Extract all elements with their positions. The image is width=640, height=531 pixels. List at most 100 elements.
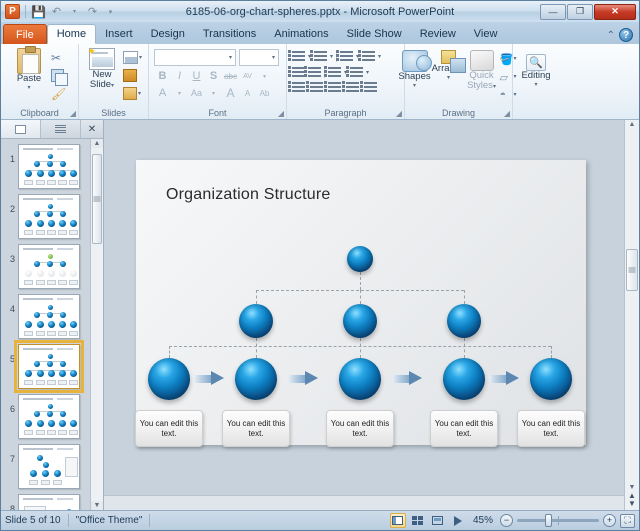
underline-button[interactable]: U <box>188 68 205 84</box>
tab-view[interactable]: View <box>465 24 507 44</box>
normal-view-button[interactable] <box>389 513 406 528</box>
font-size-caret-icon[interactable]: ▾ <box>272 54 275 61</box>
arrange-button[interactable]: Arrange ▾ <box>432 49 466 82</box>
sphere-level3-node3[interactable] <box>339 358 381 400</box>
sphere-level1-node1[interactable] <box>347 246 373 272</box>
font-name-caret-icon[interactable]: ▾ <box>229 54 232 61</box>
new-slide-caret-icon[interactable]: ▾ <box>111 83 114 89</box>
arrow-3[interactable] <box>392 371 422 386</box>
minimize-ribbon-icon[interactable]: ⌃ <box>607 30 615 41</box>
zoom-slider-handle[interactable] <box>545 514 552 527</box>
format-painter-button[interactable]: 🖌 <box>49 85 70 102</box>
arrow-2[interactable] <box>288 371 318 386</box>
thumbnail-scroll-handle[interactable] <box>92 154 102 244</box>
thumbnail-slide-3[interactable] <box>18 244 80 289</box>
thumbnail-row[interactable]: 6 <box>5 394 88 439</box>
help-icon[interactable]: ? <box>619 28 633 42</box>
slide-sorter-view-button[interactable] <box>410 513 426 528</box>
italic-button[interactable]: I <box>171 68 188 84</box>
tab-file[interactable]: File <box>3 24 47 44</box>
slide-title[interactable]: Organization Structure <box>166 186 330 204</box>
tab-slide-show[interactable]: Slide Show <box>338 24 411 44</box>
tab-review[interactable]: Review <box>411 24 465 44</box>
text-shadow-button[interactable]: S <box>205 68 222 84</box>
convert-to-smartart-icon[interactable] <box>360 81 377 92</box>
text-box-2[interactable]: You can edit this text. <box>222 410 290 447</box>
tab-insert[interactable]: Insert <box>96 24 142 44</box>
columns-icon[interactable] <box>324 66 341 77</box>
layout-caret-icon[interactable]: ▾ <box>139 54 142 61</box>
powerpoint-logo-icon[interactable]: P <box>5 4 20 19</box>
arrow-4[interactable] <box>489 371 519 386</box>
center-icon[interactable] <box>306 81 323 92</box>
undo-icon[interactable]: ↶ <box>49 4 64 19</box>
tab-home[interactable]: Home <box>46 24 97 44</box>
copy-button[interactable]: ▾ <box>49 67 70 86</box>
section-button[interactable]: ▾ <box>121 85 144 102</box>
font-color-caret-icon[interactable]: ▾ <box>171 85 188 101</box>
align-right-icon[interactable] <box>324 81 341 92</box>
font-color-button[interactable]: A <box>154 85 171 101</box>
reset-button[interactable] <box>121 67 144 84</box>
thumbnail-slide-2[interactable] <box>18 194 80 239</box>
thumbnail-row[interactable]: 4 <box>5 294 88 339</box>
next-slide-button[interactable]: ▼ <box>628 500 636 508</box>
thumbnail-slide-6[interactable] <box>18 394 80 439</box>
text-box-3[interactable]: You can edit this text. <box>326 410 394 447</box>
font-name-input[interactable]: ▾ <box>154 49 236 66</box>
bold-button[interactable]: B <box>154 68 171 84</box>
sphere-level3-node5[interactable] <box>530 358 572 400</box>
undo-dropdown-icon[interactable]: ▾ <box>67 4 82 19</box>
thumbnail-row[interactable]: 1 <box>5 144 88 189</box>
current-slide[interactable]: Organization Structure You can edit this… <box>135 160 586 447</box>
align-text-icon[interactable] <box>346 66 364 77</box>
shapes-caret-icon[interactable]: ▾ <box>413 82 416 89</box>
close-panel-button[interactable]: ✕ <box>81 120 103 138</box>
text-direction-caret-icon[interactable]: ▾ <box>378 53 381 60</box>
thumbnail-scroll-up-button[interactable]: ▲ <box>94 139 101 148</box>
shapes-button[interactable]: Shapes ▾ <box>398 49 432 90</box>
text-box-4[interactable]: You can edit this text. <box>430 410 498 447</box>
arrow-1[interactable] <box>194 371 224 386</box>
sphere-level3-node2[interactable] <box>235 358 277 400</box>
reading-view-button[interactable] <box>430 513 446 528</box>
cut-button[interactable]: ✂ <box>49 49 70 66</box>
change-case-button[interactable]: Aa <box>188 85 205 101</box>
thumbnail-scroll-down-button[interactable]: ▼ <box>94 501 101 510</box>
minimize-button[interactable]: — <box>540 3 566 20</box>
zoom-in-button[interactable]: + <box>603 514 616 527</box>
decrease-font-size-button[interactable]: A <box>239 85 256 101</box>
tab-design[interactable]: Design <box>142 24 194 44</box>
character-spacing-caret-icon[interactable]: ▾ <box>256 68 273 84</box>
scroll-up-button[interactable]: ▲ <box>629 120 636 129</box>
clipboard-dialog-launcher[interactable]: ◢ <box>70 109 76 118</box>
text-box-5[interactable]: You can edit this text. <box>517 410 585 447</box>
increase-font-size-button[interactable]: A <box>222 85 239 101</box>
justify-icon[interactable] <box>342 81 359 92</box>
thumbnail-row[interactable]: 5 <box>5 340 88 393</box>
drawing-dialog-launcher[interactable]: ◢ <box>504 109 510 118</box>
text-box-1[interactable]: You can edit this text. <box>135 410 203 447</box>
maximize-button[interactable]: ❐ <box>567 3 593 20</box>
section-caret-icon[interactable]: ▾ <box>138 90 141 97</box>
thumbnail-slide-7[interactable] <box>18 444 80 489</box>
notes-pane[interactable] <box>104 495 624 510</box>
change-case-caret-icon[interactable]: ▾ <box>205 85 222 101</box>
quick-styles-button[interactable]: Quick Styles▾ <box>467 49 497 93</box>
thumbnail-slide-4[interactable] <box>18 294 80 339</box>
font-size-input[interactable]: ▾ <box>239 49 279 66</box>
quick-styles-caret-icon[interactable]: ▾ <box>493 84 496 90</box>
slide-vertical-scrollbar[interactable]: ▲ ▼ ▲ ▼ <box>624 120 639 510</box>
redo-icon[interactable]: ↷ <box>85 4 100 19</box>
slide-show-button[interactable] <box>450 513 466 528</box>
paste-button[interactable]: Paste ▾ <box>9 46 49 92</box>
tab-transitions[interactable]: Transitions <box>194 24 265 44</box>
sphere-level2-node2[interactable] <box>343 304 377 338</box>
tab-animations[interactable]: Animations <box>265 24 337 44</box>
font-dialog-launcher[interactable]: ◢ <box>278 109 284 118</box>
sphere-level3-node4[interactable] <box>443 358 485 400</box>
zoom-slider[interactable] <box>517 514 599 527</box>
outline-tab[interactable] <box>41 120 81 138</box>
thumbnail-row[interactable]: 2 <box>5 194 88 239</box>
numbering-caret-icon[interactable]: ▾ <box>330 53 333 60</box>
